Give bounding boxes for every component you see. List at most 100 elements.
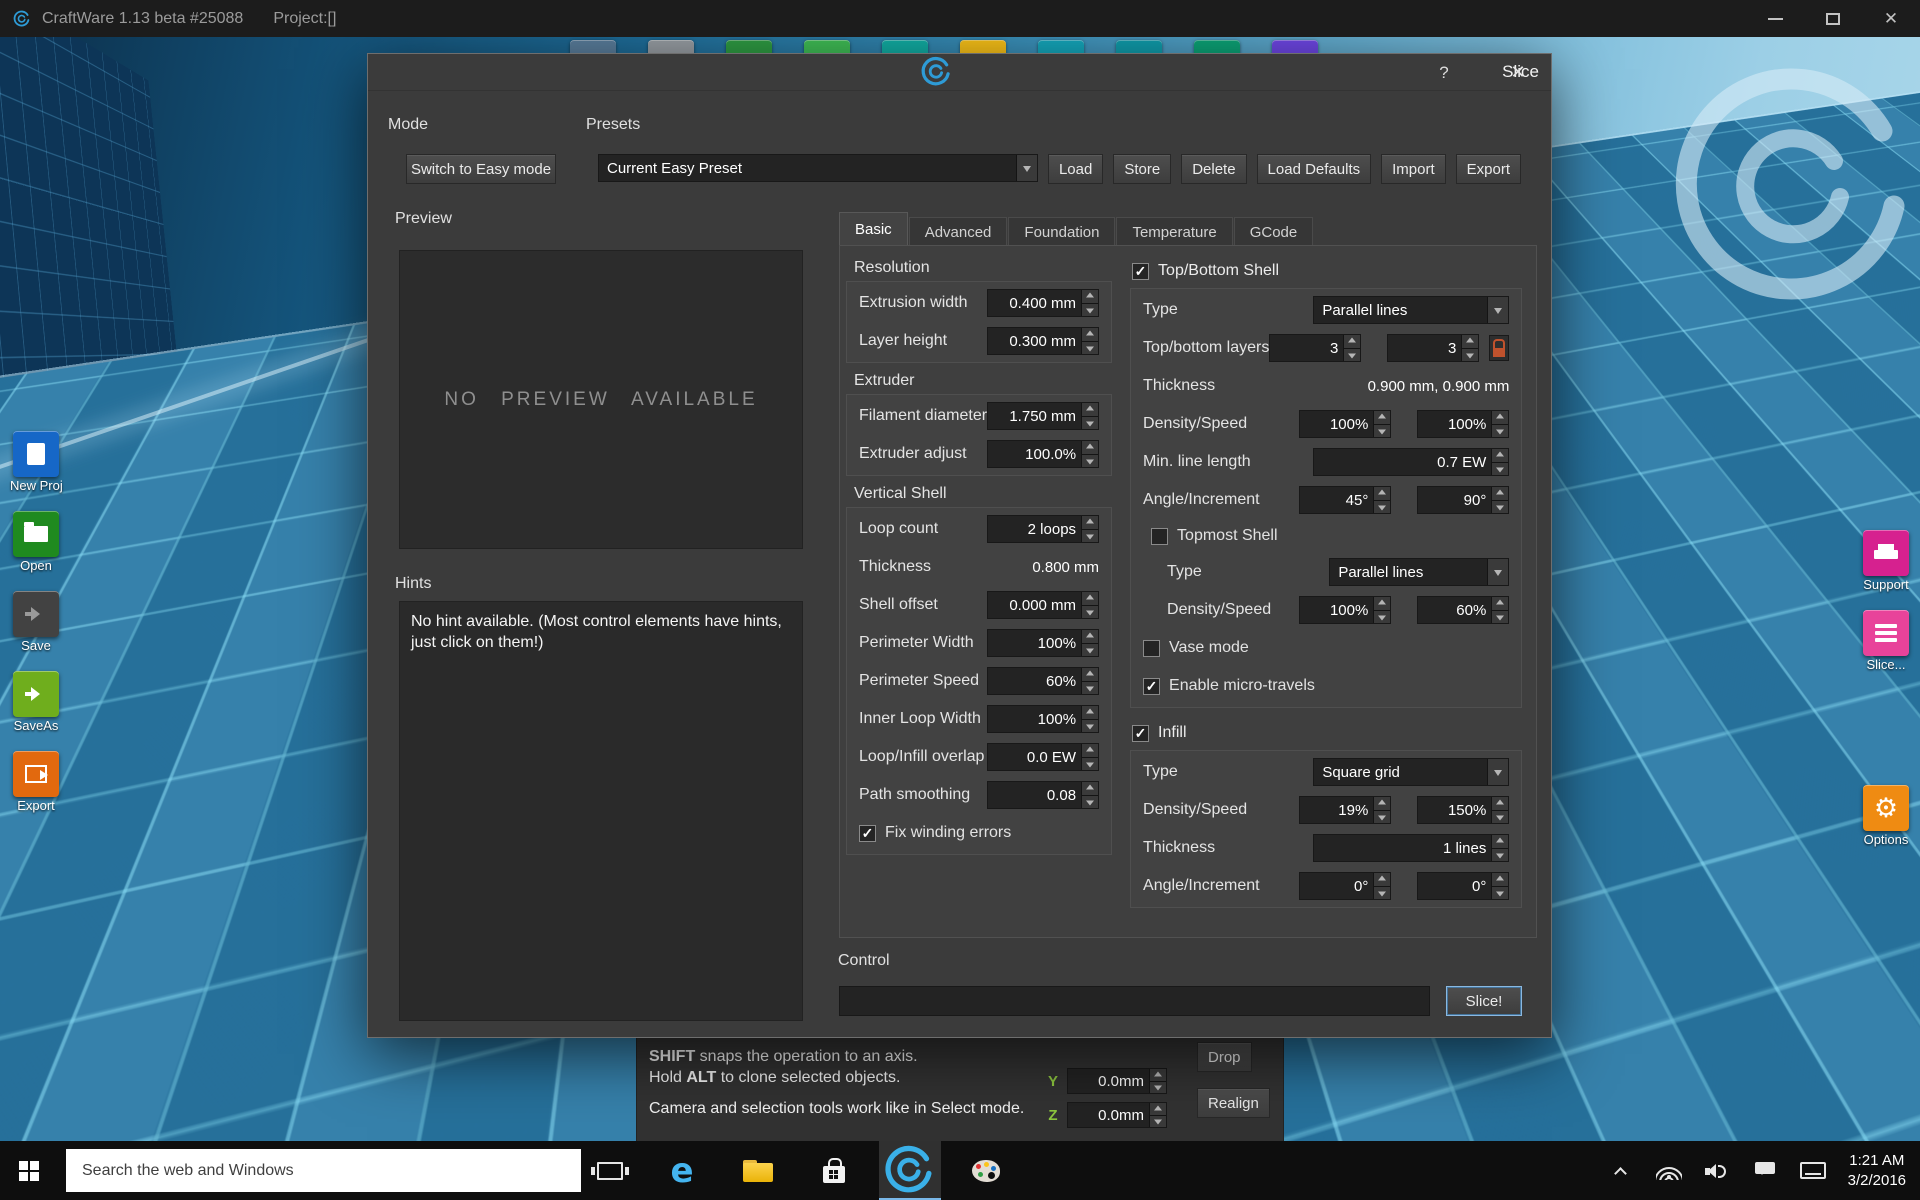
loop-count-spinbox[interactable]: 2 loops — [987, 515, 1099, 543]
dialog-titlebar[interactable]: Slice ? ✕ — [368, 54, 1551, 91]
spin-buttons[interactable] — [1081, 744, 1098, 770]
dialog-close-button[interactable]: ✕ — [1501, 54, 1535, 91]
spin-buttons[interactable] — [1491, 449, 1508, 475]
spin-buttons[interactable] — [1373, 873, 1390, 899]
slice-tool-button[interactable]: Slice... — [1860, 610, 1912, 672]
maximize-button[interactable] — [1804, 0, 1862, 37]
help-button[interactable]: ? — [1427, 54, 1461, 91]
axis-y-spinbox[interactable]: 0.0mm — [1067, 1068, 1167, 1094]
spin-buttons[interactable] — [1491, 835, 1508, 861]
spin-buttons[interactable] — [1343, 335, 1360, 361]
spin-buttons[interactable] — [1373, 411, 1390, 437]
spin-buttons[interactable] — [1081, 441, 1098, 467]
paint-app-button[interactable] — [955, 1141, 1017, 1200]
spin-buttons[interactable] — [1081, 290, 1098, 316]
loop-infill-overlap-spinbox[interactable]: 0.0 EW — [987, 743, 1099, 771]
spin-buttons[interactable] — [1081, 592, 1098, 618]
spin-buttons[interactable] — [1081, 516, 1098, 542]
fix-winding-errors-row[interactable]: Fix winding errors — [851, 814, 1107, 852]
export-preset-button[interactable]: Export — [1456, 154, 1521, 184]
tab-foundation[interactable]: Foundation — [1008, 217, 1115, 246]
spin-buttons[interactable] — [1461, 335, 1478, 361]
topmost-shell-header[interactable]: Topmost Shell — [1151, 519, 1517, 553]
tab-advanced[interactable]: Advanced — [909, 217, 1008, 246]
options-button[interactable]: ⚙ Options — [1860, 785, 1912, 847]
open-button[interactable]: Open — [10, 511, 62, 573]
delete-button[interactable]: Delete — [1181, 154, 1246, 184]
store-button[interactable]: Store — [1113, 154, 1171, 184]
save-button[interactable]: Save — [10, 591, 62, 653]
top-bottom-shell-header[interactable]: Top/Bottom Shell — [1132, 256, 1522, 286]
filament-diameter-spinbox[interactable]: 1.750 mm — [987, 402, 1099, 430]
export-button[interactable]: Export — [10, 751, 62, 813]
top-layers-spinbox[interactable]: 3 — [1269, 334, 1361, 362]
inner-loop-width-spinbox[interactable]: 100% — [987, 705, 1099, 733]
import-button[interactable]: Import — [1381, 154, 1446, 184]
micro-travels-row[interactable]: Enable micro-travels — [1135, 667, 1517, 705]
spin-down-icon[interactable] — [1150, 1115, 1166, 1128]
spin-buttons[interactable] — [1491, 487, 1508, 513]
axis-y-spin-buttons[interactable] — [1149, 1069, 1166, 1093]
infill-increment-spinbox[interactable]: 0° — [1417, 872, 1509, 900]
minimize-button[interactable] — [1746, 0, 1804, 37]
spin-buttons[interactable] — [1081, 782, 1098, 808]
lock-icon[interactable] — [1489, 335, 1509, 361]
network-button[interactable] — [1656, 1158, 1682, 1184]
spin-down-icon[interactable] — [1150, 1081, 1166, 1094]
notifications-button[interactable] — [1752, 1158, 1778, 1184]
perimeter-speed-spinbox[interactable]: 60% — [987, 667, 1099, 695]
vase-mode-row[interactable]: Vase mode — [1135, 629, 1517, 667]
tab-basic[interactable]: Basic — [839, 212, 908, 246]
infill-header[interactable]: Infill — [1132, 718, 1522, 748]
spin-buttons[interactable] — [1081, 630, 1098, 656]
file-explorer-app-button[interactable] — [727, 1141, 789, 1200]
tbs-density-spinbox[interactable]: 100% — [1299, 410, 1391, 438]
edge-app-button[interactable]: e — [651, 1141, 713, 1200]
shell-offset-spinbox[interactable]: 0.000 mm — [987, 591, 1099, 619]
infill-angle-spinbox[interactable]: 0° — [1299, 872, 1391, 900]
new-project-button[interactable]: New Proj — [10, 431, 62, 493]
load-defaults-button[interactable]: Load Defaults — [1257, 154, 1372, 184]
spin-buttons[interactable] — [1373, 797, 1390, 823]
spin-buttons[interactable] — [1491, 873, 1508, 899]
perimeter-width-spinbox[interactable]: 100% — [987, 629, 1099, 657]
support-button[interactable]: Support — [1860, 530, 1912, 592]
vase-mode-checkbox[interactable] — [1143, 640, 1160, 657]
path-smoothing-spinbox[interactable]: 0.08 — [987, 781, 1099, 809]
spin-buttons[interactable] — [1081, 668, 1098, 694]
volume-button[interactable] — [1704, 1158, 1730, 1184]
drop-button[interactable]: Drop — [1197, 1042, 1252, 1072]
tbs-speed-spinbox[interactable]: 100% — [1417, 410, 1509, 438]
extruder-adjust-spinbox[interactable]: 100.0% — [987, 440, 1099, 468]
spin-up-icon[interactable] — [1150, 1069, 1166, 1081]
tab-gcode[interactable]: GCode — [1234, 217, 1314, 246]
infill-density-spinbox[interactable]: 19% — [1299, 796, 1391, 824]
spin-buttons[interactable] — [1373, 597, 1390, 623]
micro-travels-checkbox[interactable] — [1143, 678, 1160, 695]
top-bottom-shell-checkbox[interactable] — [1132, 263, 1149, 280]
tab-temperature[interactable]: Temperature — [1116, 217, 1232, 246]
tbs-angle-spinbox[interactable]: 45° — [1299, 486, 1391, 514]
topmost-type-dropdown[interactable]: Parallel lines — [1329, 558, 1509, 586]
taskbar-search-input[interactable] — [66, 1149, 581, 1192]
taskbar-clock[interactable]: 1:21 AM 3/2/2016 — [1848, 1151, 1906, 1190]
axis-z-spinbox[interactable]: 0.0mm — [1067, 1102, 1167, 1128]
spin-buttons[interactable] — [1081, 403, 1098, 429]
task-view-button[interactable] — [581, 1141, 639, 1200]
store-app-button[interactable] — [803, 1141, 865, 1200]
close-button[interactable]: ✕ — [1862, 0, 1920, 37]
tbs-increment-spinbox[interactable]: 90° — [1417, 486, 1509, 514]
spin-up-icon[interactable] — [1150, 1103, 1166, 1115]
min-line-length-spinbox[interactable]: 0.7 EW — [1313, 448, 1509, 476]
bottom-layers-spinbox[interactable]: 3 — [1387, 334, 1479, 362]
spin-buttons[interactable] — [1491, 411, 1508, 437]
spin-buttons[interactable] — [1081, 706, 1098, 732]
layer-height-spinbox[interactable]: 0.300 mm — [987, 327, 1099, 355]
spin-buttons[interactable] — [1373, 487, 1390, 513]
topmost-shell-checkbox[interactable] — [1151, 528, 1168, 545]
start-button[interactable] — [0, 1141, 58, 1200]
control-input[interactable] — [839, 986, 1430, 1016]
fix-winding-errors-checkbox[interactable] — [859, 825, 876, 842]
craftware-app-button[interactable] — [879, 1141, 941, 1200]
topmost-density-spinbox[interactable]: 100% — [1299, 596, 1391, 624]
